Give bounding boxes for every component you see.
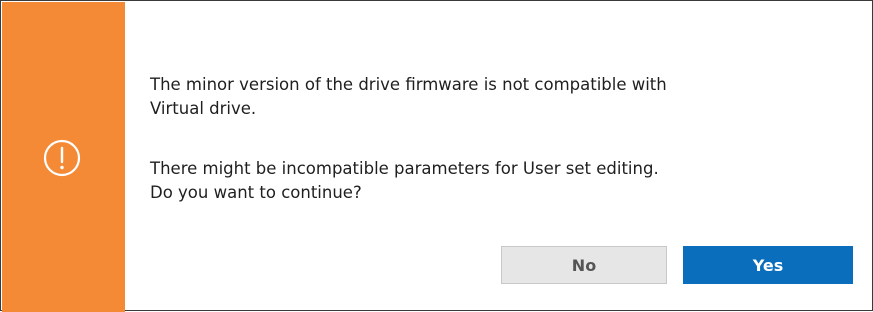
no-button[interactable]: No <box>501 246 667 284</box>
message-paragraph-1: The minor version of the drive firmware … <box>150 73 850 121</box>
message-line-2: Virtual drive. <box>150 99 257 118</box>
message-paragraph-2: There might be incompatible parameters f… <box>150 157 850 205</box>
warning-side-band <box>2 2 125 312</box>
yes-button[interactable]: Yes <box>683 246 853 284</box>
message-line-4: Do you want to continue? <box>150 183 362 202</box>
exclamation-circle-icon <box>43 139 81 177</box>
message-line-1: The minor version of the drive firmware … <box>150 75 667 94</box>
message-line-3: There might be incompatible parameters f… <box>150 159 659 178</box>
dialog-message: The minor version of the drive firmware … <box>150 73 850 205</box>
confirmation-dialog: The minor version of the drive firmware … <box>0 0 873 312</box>
